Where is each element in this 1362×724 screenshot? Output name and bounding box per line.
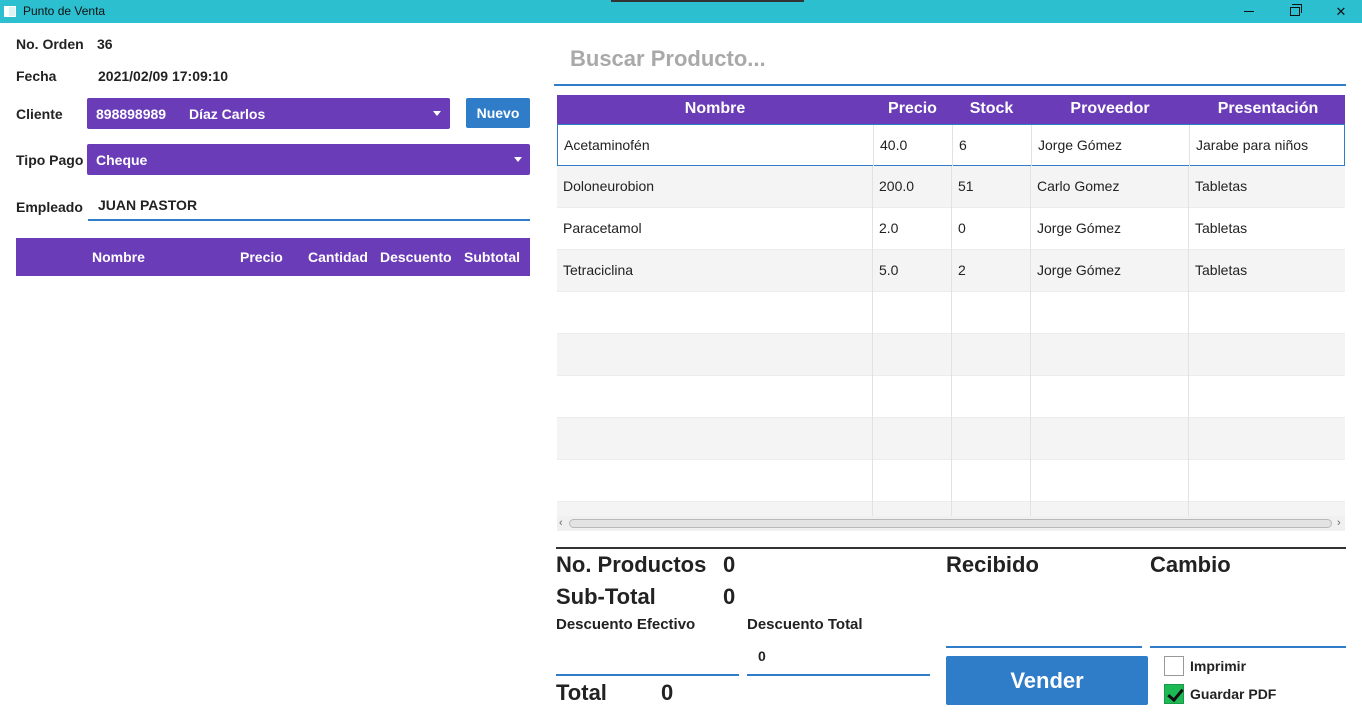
cell-stock: 6 bbox=[959, 137, 967, 153]
table-row[interactable]: Doloneurobion 200.0 51 Carlo Gomez Table… bbox=[557, 166, 1345, 208]
restore-icon bbox=[1290, 4, 1302, 16]
cell-price: 2.0 bbox=[879, 220, 899, 236]
cash-discount-label: Descuento Efectivo bbox=[556, 616, 696, 633]
table-row[interactable]: Acetaminofén 40.0 6 Jorge Gómez Jarabe p… bbox=[557, 124, 1345, 167]
maximize-button[interactable] bbox=[1272, 0, 1318, 23]
employee-field[interactable]: JUAN PASTOR bbox=[88, 190, 530, 221]
title-bar: Punto de Venta ✕ bbox=[0, 0, 1362, 23]
order-col-price[interactable]: Precio bbox=[240, 249, 283, 265]
payment-type-label: Tipo Pago bbox=[16, 152, 84, 168]
products-count-label: No. Productos bbox=[556, 552, 707, 577]
order-col-quantity[interactable]: Cantidad bbox=[308, 249, 368, 265]
summary-divider bbox=[556, 547, 1346, 549]
subtotal-label: Sub-Total bbox=[556, 584, 656, 609]
date-value: 2021/02/09 17:09:10 bbox=[98, 68, 228, 84]
cell-presentation: Tabletas bbox=[1195, 262, 1248, 278]
order-number-label: No. Orden bbox=[16, 36, 84, 52]
drag-indicator bbox=[611, 0, 804, 2]
print-label[interactable]: Imprimir bbox=[1190, 658, 1246, 674]
col-price[interactable]: Precio bbox=[873, 100, 952, 118]
empty-row bbox=[557, 376, 1345, 418]
order-col-discount[interactable]: Descuento bbox=[380, 249, 452, 265]
client-name: Díaz Carlos bbox=[189, 106, 266, 122]
col-stock[interactable]: Stock bbox=[952, 100, 1031, 118]
total-discount-field[interactable]: 0 bbox=[747, 640, 930, 676]
employee-label: Empleado bbox=[16, 199, 83, 215]
scrollbar-thumb[interactable] bbox=[569, 519, 1332, 528]
order-col-subtotal[interactable]: Subtotal bbox=[464, 249, 520, 265]
close-icon: ✕ bbox=[1335, 3, 1347, 19]
order-items-header: Nombre Precio Cantidad Descuento Subtota… bbox=[16, 238, 530, 276]
cell-stock: 0 bbox=[958, 220, 966, 236]
col-name[interactable]: Nombre bbox=[557, 100, 873, 118]
save-pdf-checkbox[interactable] bbox=[1164, 684, 1184, 704]
table-row[interactable]: Paracetamol 2.0 0 Jorge Gómez Tabletas bbox=[557, 208, 1345, 250]
cell-presentation: Jarabe para niños bbox=[1196, 137, 1309, 153]
window-title: Punto de Venta bbox=[23, 4, 106, 18]
cell-price: 200.0 bbox=[879, 178, 915, 194]
total-label: Total bbox=[556, 680, 607, 705]
change-field[interactable] bbox=[1150, 584, 1346, 648]
col-supplier[interactable]: Proveedor bbox=[1031, 100, 1189, 118]
client-label: Cliente bbox=[16, 106, 63, 122]
table-row[interactable]: Tetraciclina 5.0 2 Jorge Gómez Tabletas bbox=[557, 250, 1345, 292]
empty-row bbox=[557, 418, 1345, 460]
empty-row bbox=[557, 334, 1345, 376]
products-table-header: Nombre Precio Stock Proveedor Presentaci… bbox=[557, 95, 1345, 124]
cell-supplier: Jorge Gómez bbox=[1038, 137, 1123, 153]
cell-presentation: Tabletas bbox=[1195, 220, 1248, 236]
cell-price: 40.0 bbox=[880, 137, 908, 153]
payment-type-value: Cheque bbox=[96, 152, 148, 168]
cell-supplier: Jorge Gómez bbox=[1037, 262, 1122, 278]
chevron-down-icon bbox=[433, 111, 441, 116]
chevron-down-icon bbox=[514, 157, 522, 162]
client-select[interactable]: 898898989 Díaz Carlos bbox=[87, 98, 450, 129]
minimize-button[interactable] bbox=[1226, 0, 1272, 23]
received-field[interactable] bbox=[946, 584, 1142, 648]
subtotal-value: 0 bbox=[723, 584, 736, 609]
cash-discount-field[interactable] bbox=[556, 640, 739, 676]
change-label: Cambio bbox=[1150, 552, 1231, 577]
products-table: Nombre Precio Stock Proveedor Presentaci… bbox=[557, 95, 1345, 516]
client-id: 898898989 bbox=[96, 106, 167, 122]
cell-name: Doloneurobion bbox=[563, 178, 655, 194]
save-pdf-label[interactable]: Guardar PDF bbox=[1190, 686, 1276, 702]
minimize-icon bbox=[1244, 11, 1254, 12]
employee-value: JUAN PASTOR bbox=[98, 197, 198, 213]
cell-price: 5.0 bbox=[879, 262, 899, 278]
horizontal-scrollbar[interactable]: ‹ › bbox=[557, 516, 1345, 531]
print-checkbox[interactable] bbox=[1164, 656, 1184, 676]
cell-supplier: Jorge Gómez bbox=[1037, 220, 1122, 236]
empty-row bbox=[557, 502, 1345, 516]
date-label: Fecha bbox=[16, 68, 57, 84]
products-count-value: 0 bbox=[723, 552, 736, 577]
close-button[interactable]: ✕ bbox=[1318, 0, 1362, 23]
empty-row bbox=[557, 292, 1345, 334]
cell-stock: 51 bbox=[958, 178, 974, 194]
received-label: Recibido bbox=[946, 552, 1039, 577]
scroll-right-icon[interactable]: › bbox=[1337, 517, 1341, 529]
empty-row bbox=[557, 460, 1345, 502]
total-value: 0 bbox=[661, 680, 674, 705]
cell-supplier: Carlo Gomez bbox=[1037, 178, 1120, 194]
col-presentation[interactable]: Presentación bbox=[1189, 100, 1345, 118]
order-col-name[interactable]: Nombre bbox=[92, 249, 145, 265]
cell-name: Acetaminofén bbox=[564, 137, 650, 153]
total-discount-label: Descuento Total bbox=[747, 616, 863, 633]
cell-stock: 2 bbox=[958, 262, 966, 278]
cell-name: Paracetamol bbox=[563, 220, 642, 236]
payment-type-select[interactable]: Cheque bbox=[87, 144, 530, 175]
scroll-left-icon[interactable]: ‹ bbox=[559, 517, 563, 529]
sell-button[interactable]: Vender bbox=[946, 656, 1148, 705]
order-number-value: 36 bbox=[97, 36, 113, 52]
cell-name: Tetraciclina bbox=[563, 262, 634, 278]
search-placeholder: Buscar Producto... bbox=[570, 46, 766, 71]
product-search-field[interactable]: Buscar Producto... bbox=[554, 38, 1346, 86]
new-client-button[interactable]: Nuevo bbox=[466, 98, 530, 128]
app-icon bbox=[4, 6, 16, 17]
total-discount-value: 0 bbox=[758, 648, 766, 664]
cell-presentation: Tabletas bbox=[1195, 178, 1248, 194]
